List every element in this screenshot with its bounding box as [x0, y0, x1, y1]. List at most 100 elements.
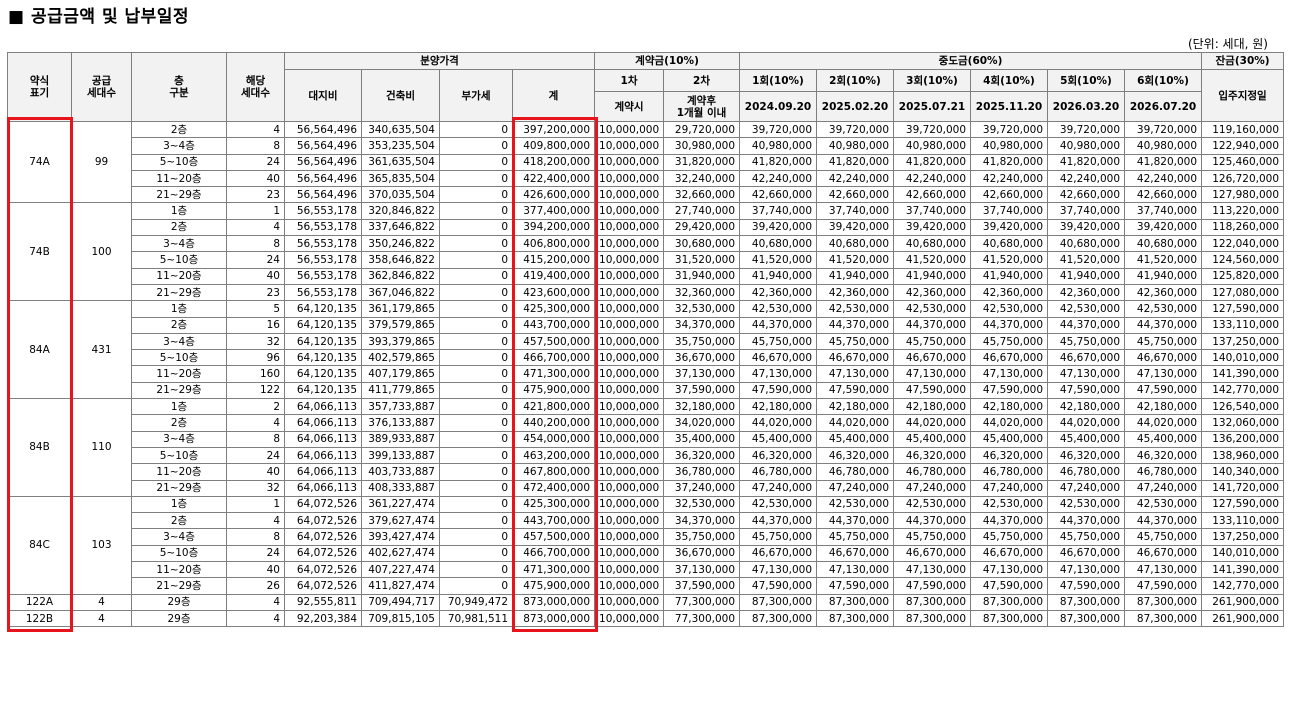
balance-cell: 126,540,000	[1201, 398, 1285, 416]
mid-payment-cell: 47,130,000	[739, 561, 818, 579]
deposit1-cell: 10,000,000	[594, 495, 665, 514]
deposit2-cell: 77,300,000	[663, 609, 741, 628]
mid-payment-cell: 39,720,000	[816, 120, 895, 139]
mid-payment-cell: 42,530,000	[1124, 300, 1203, 318]
header-mid-date: 2026.07.20	[1124, 91, 1203, 122]
mid-payment-cell: 40,980,000	[1124, 137, 1203, 155]
vat-cell: 0	[439, 186, 513, 204]
mid-payment-cell: 40,680,000	[739, 235, 818, 253]
balance-cell: 127,980,000	[1201, 186, 1285, 204]
header-mid-date: 2025.07.21	[893, 91, 972, 122]
deposit1-cell: 10,000,000	[594, 137, 665, 155]
table-row: 5~10층 24 56,553,178 358,646,822 0 415,200,000…	[8, 251, 1285, 269]
balance-cell: 125,460,000	[1201, 153, 1285, 171]
deposit2-cell: 35,400,000	[663, 430, 741, 448]
mid-payment-cell: 45,750,000	[970, 528, 1049, 546]
header-balance-sub: 입주지정일	[1201, 69, 1285, 122]
table-row: 2층 16 64,120,135 379,579,865 0 443,700,000 10,…	[8, 316, 1285, 334]
deposit2-cell: 34,370,000	[663, 512, 741, 530]
mid-payment-cell: 87,300,000	[739, 609, 818, 628]
mid-payment-cell: 47,590,000	[1124, 381, 1203, 400]
deposit2-cell: 32,360,000	[663, 283, 741, 302]
deposit1-cell: 10,000,000	[594, 218, 665, 237]
table-row: 21~29층 26 64,072,526 411,827,474 0 475,900,00…	[8, 577, 1285, 595]
land-price-cell: 92,203,384	[284, 609, 362, 628]
units-cell: 40	[226, 267, 285, 285]
vat-cell: 0	[439, 561, 513, 579]
mid-payment-cell: 46,670,000	[893, 544, 972, 563]
mid-payment-cell: 44,370,000	[1047, 512, 1126, 530]
floor-cell: 29층	[131, 609, 227, 628]
mid-payment-cell: 42,180,000	[739, 398, 818, 416]
floor-cell: 21~29층	[131, 381, 227, 400]
mid-payment-cell: 44,370,000	[1047, 316, 1126, 334]
total-price-cell: 466,700,000	[511, 349, 596, 367]
header-mid-round: 5회(10%)	[1047, 69, 1126, 92]
floor-cell: 5~10층	[131, 153, 227, 171]
deposit2-cell: 32,240,000	[663, 169, 741, 188]
mid-payment-cell: 46,670,000	[1047, 544, 1126, 563]
table-row: 3~4층 32 64,120,135 393,379,865 0 457,500,000 1…	[8, 332, 1285, 351]
deposit1-cell: 10,000,000	[594, 430, 665, 448]
floor-cell: 3~4층	[131, 332, 227, 351]
mid-payment-cell: 47,590,000	[816, 577, 895, 595]
mid-payment-cell: 47,130,000	[970, 365, 1049, 383]
vat-cell: 0	[439, 120, 513, 139]
supply-cell: 99	[71, 120, 132, 204]
units-cell: 122	[226, 381, 285, 400]
table-row: 2층 4 64,072,526 379,627,474 0 443,700,000 10,0…	[8, 512, 1285, 530]
mid-payment-cell: 41,940,000	[970, 267, 1049, 285]
units-cell: 26	[226, 577, 285, 595]
mid-payment-cell: 45,400,000	[816, 430, 895, 448]
vat-cell: 0	[439, 446, 513, 465]
units-cell: 4	[226, 609, 285, 628]
units-cell: 8	[226, 430, 285, 448]
mid-payment-cell: 41,940,000	[1047, 267, 1126, 285]
vat-cell: 0	[439, 495, 513, 514]
table-row: 84B 110 1층 2 64,066,113 357,733,887 0 421,800,0…	[7, 398, 1285, 497]
table-body: 74A 99 2층 4 56,564,496 340,635,504 0 397,200,00…	[7, 120, 1285, 628]
mid-payment-cell: 47,590,000	[1047, 381, 1126, 400]
land-price-cell: 64,072,526	[284, 561, 362, 579]
deposit1-cell: 10,000,000	[594, 463, 665, 481]
mid-payment-cell: 45,400,000	[893, 430, 972, 448]
mid-payment-cell: 42,530,000	[1047, 495, 1126, 514]
vat-cell: 0	[439, 169, 513, 188]
floor-cell: 21~29층	[131, 577, 227, 595]
mid-payment-cell: 44,020,000	[893, 414, 972, 432]
mid-payment-cell: 44,370,000	[970, 512, 1049, 530]
vat-cell: 0	[439, 398, 513, 416]
deposit1-cell: 10,000,000	[594, 381, 665, 400]
deposit2-cell: 35,750,000	[663, 332, 741, 351]
mid-payment-cell: 42,180,000	[816, 398, 895, 416]
land-price-cell: 56,553,178	[284, 251, 362, 269]
units-cell: 32	[226, 479, 285, 497]
balance-cell: 126,720,000	[1201, 169, 1285, 188]
deposit1-cell: 10,000,000	[594, 593, 665, 611]
mid-payment-cell: 44,020,000	[739, 414, 818, 432]
vat-cell: 0	[439, 544, 513, 563]
header-mid-round: 4회(10%)	[970, 69, 1049, 92]
mid-payment-cell: 46,320,000	[816, 446, 895, 465]
mid-payment-cell: 46,670,000	[816, 544, 895, 563]
deposit2-cell: 34,020,000	[663, 414, 741, 432]
deposit2-cell: 31,520,000	[663, 251, 741, 269]
header-mid-date: 2024.09.20	[739, 91, 818, 122]
supply-cell: 103	[71, 495, 132, 595]
balance-cell: 133,110,000	[1201, 512, 1285, 530]
floor-cell: 2층	[131, 218, 227, 237]
deposit2-cell: 29,420,000	[663, 218, 741, 237]
floor-cell: 3~4층	[131, 430, 227, 448]
mid-payment-cell: 41,940,000	[893, 267, 972, 285]
balance-cell: 140,010,000	[1201, 544, 1285, 563]
mid-payment-cell: 37,740,000	[1047, 202, 1126, 220]
building-price-cell: 402,627,474	[361, 544, 440, 563]
deposit2-cell: 34,370,000	[663, 316, 741, 334]
deposit1-cell: 10,000,000	[594, 120, 665, 139]
header-mid-group: 중도금(60%)	[739, 52, 1203, 70]
deposit1-cell: 10,000,000	[594, 577, 665, 595]
deposit1-cell: 10,000,000	[594, 300, 665, 318]
vat-cell: 0	[439, 381, 513, 400]
land-price-cell: 64,072,526	[284, 495, 362, 514]
mid-payment-cell: 37,740,000	[970, 202, 1049, 220]
